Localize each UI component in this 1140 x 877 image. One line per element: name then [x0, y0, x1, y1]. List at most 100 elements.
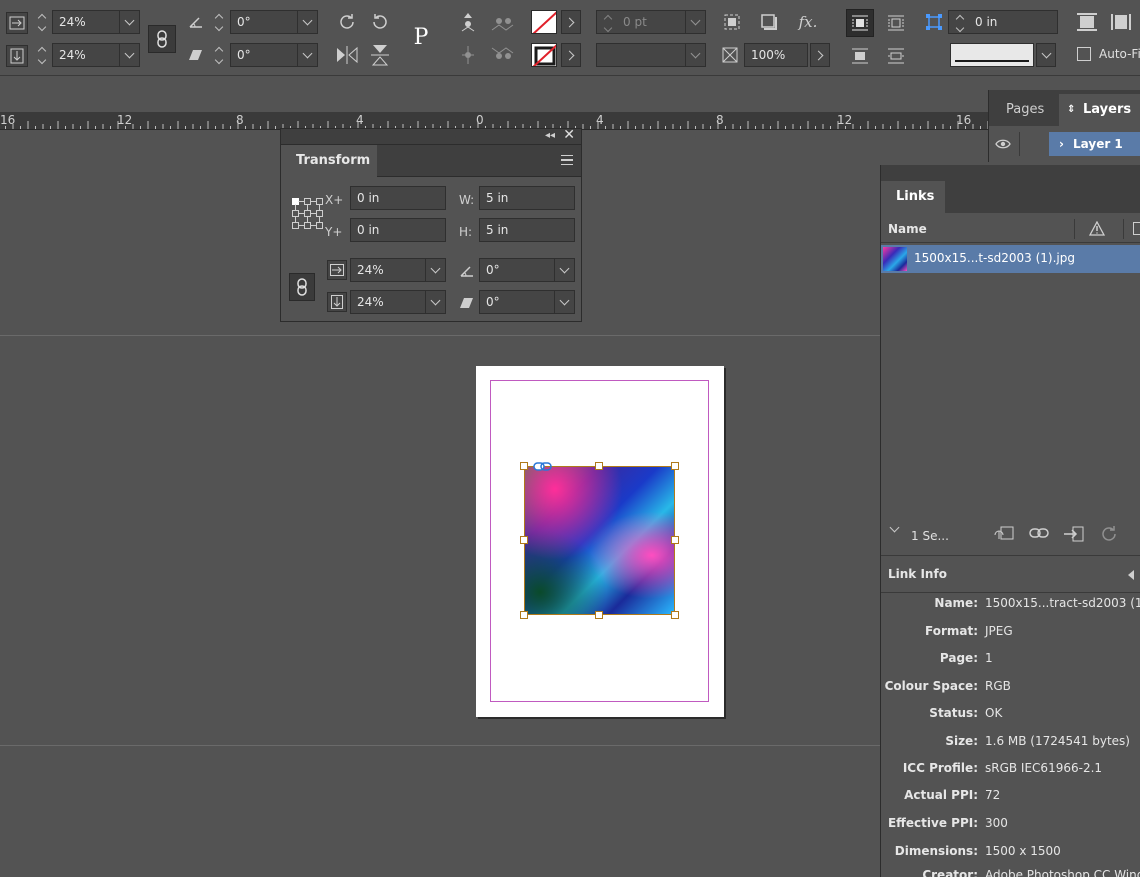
warning-status-icon[interactable]	[1089, 221, 1105, 236]
constrain-proportions-button[interactable]	[148, 25, 176, 53]
layer-1-item[interactable]: › Layer 1	[1049, 132, 1140, 156]
scale-y-dropdown[interactable]	[119, 44, 139, 66]
opacity-field[interactable]: 100%	[744, 43, 808, 67]
shear-field[interactable]: 0°	[230, 43, 318, 67]
shear-dropdown[interactable]	[554, 291, 574, 313]
panel-tab-bar: Transform	[281, 145, 581, 177]
tab-pages[interactable]: Pages	[994, 94, 1056, 126]
collapse-triangle-icon[interactable]	[1127, 570, 1135, 580]
relink-cc-libraries-icon[interactable]	[993, 525, 1015, 543]
link-info-header[interactable]: Link Info	[881, 555, 1140, 593]
resize-handle-bottom-left[interactable]	[520, 611, 528, 619]
placed-image-frame[interactable]	[524, 466, 675, 615]
scale-x-field[interactable]: 24%	[350, 258, 446, 282]
select-content-icon[interactable]	[456, 43, 480, 67]
fit-content-to-frame-icon[interactable]	[1108, 10, 1134, 34]
select-next-object-icon[interactable]	[488, 43, 518, 67]
stroke-style-dropdown[interactable]	[1036, 43, 1056, 67]
linked-image-chain-icon[interactable]	[533, 461, 553, 472]
auto-fit-checkbox[interactable]	[1077, 47, 1091, 61]
tab-links[interactable]: Links	[881, 181, 945, 213]
flip-vertical-icon[interactable]	[368, 43, 392, 67]
stroke-type-field[interactable]	[596, 43, 706, 67]
fit-frame-to-content-icon[interactable]	[1074, 10, 1100, 34]
reference-point-icon[interactable]	[291, 197, 325, 231]
stroke-weight-dropdown[interactable]	[685, 11, 705, 33]
wrap-bounding-box-button[interactable]	[882, 9, 910, 37]
rotation-dropdown[interactable]	[554, 259, 574, 281]
fill-none-swatch[interactable]	[531, 10, 557, 34]
scale-x-value: 24%	[357, 263, 384, 277]
chevron-right-icon[interactable]: ›	[1059, 132, 1064, 156]
effects-fx-icon[interactable]: fx.	[794, 10, 822, 34]
height-field[interactable]: 5 in	[479, 218, 575, 242]
scale-x-field[interactable]: 24%	[52, 10, 140, 34]
layer-row[interactable]: › Layer 1	[989, 130, 1140, 158]
frame-offset-spinner[interactable]	[951, 11, 969, 33]
opacity-menu-button[interactable]	[810, 43, 830, 67]
select-previous-object-icon[interactable]	[488, 10, 518, 34]
go-to-link-icon[interactable]	[1063, 525, 1085, 543]
update-link-icon[interactable]	[1100, 525, 1118, 543]
flip-horizontal-icon[interactable]	[335, 43, 359, 67]
rotation-field[interactable]: 0°	[479, 258, 575, 282]
frame-offset-field[interactable]: 0 in	[948, 10, 1058, 34]
rotation-field[interactable]: 0°	[230, 10, 318, 34]
stroke-none-swatch[interactable]	[531, 43, 557, 67]
x-position-field[interactable]: 0 in	[350, 186, 446, 210]
stroke-weight-field[interactable]: 0 pt	[596, 10, 706, 34]
rotation-spinner[interactable]	[210, 10, 228, 34]
text-wrap-box-icon	[888, 15, 904, 31]
scale-y-dropdown[interactable]	[425, 291, 445, 313]
stroke-weight-spinner[interactable]	[599, 11, 617, 33]
stroke-style-preview[interactable]	[950, 43, 1034, 67]
scale-x-dropdown[interactable]	[425, 259, 445, 281]
resize-handle-top-left[interactable]	[520, 462, 528, 470]
resize-handle-right[interactable]	[671, 536, 679, 544]
scale-y-field[interactable]: 24%	[350, 290, 446, 314]
wrap-object-shape-button[interactable]	[846, 42, 874, 70]
link-row[interactable]: 1500x15...t-sd2003 (1).jpg	[881, 245, 1140, 273]
scale-x-spinner[interactable]	[33, 10, 51, 34]
no-text-wrap-button[interactable]	[846, 9, 874, 37]
close-panel-icon[interactable]: ✕	[563, 127, 575, 143]
width-field[interactable]: 5 in	[479, 186, 575, 210]
stroke-swatch-menu-button[interactable]	[561, 43, 581, 67]
visibility-eye-icon[interactable]	[995, 138, 1011, 150]
collapse-panel-icon[interactable]: ◂◂	[545, 130, 555, 141]
rotate-counterclockwise-icon[interactable]	[368, 10, 392, 34]
tab-layers[interactable]: ⇕ Layers	[1059, 94, 1140, 126]
scale-x-dropdown[interactable]	[119, 11, 139, 33]
resize-handle-bottom[interactable]	[595, 611, 603, 619]
relink-icon[interactable]	[1029, 526, 1049, 540]
shear-dropdown[interactable]	[297, 44, 317, 66]
jump-object-button[interactable]	[882, 42, 910, 70]
resize-handle-bottom-right[interactable]	[671, 611, 679, 619]
panel-menu-icon[interactable]	[561, 155, 573, 165]
y-position-field[interactable]: 0 in	[350, 218, 446, 242]
tab-transform[interactable]: Transform	[281, 145, 377, 177]
shear-field[interactable]: 0°	[479, 290, 575, 314]
scale-y-field[interactable]: 24%	[52, 43, 140, 67]
shear-spinner[interactable]	[210, 43, 228, 67]
resize-handle-left[interactable]	[520, 536, 528, 544]
info-row-name: Name: 1500x15...tract-sd2003 (1).jpg	[881, 596, 1140, 616]
constrain-scale-button[interactable]	[289, 273, 315, 301]
fill-swatch-menu-button[interactable]	[561, 10, 581, 34]
select-container-icon[interactable]	[456, 10, 480, 34]
drop-shadow-icon[interactable]	[757, 10, 781, 34]
lock-toggle[interactable]	[1019, 132, 1045, 156]
resize-handle-top-right[interactable]	[671, 462, 679, 470]
stroke-type-dropdown[interactable]	[685, 44, 705, 66]
panel-title-bar[interactable]: ◂◂ ✕	[281, 127, 581, 145]
resize-handle-top[interactable]	[595, 462, 603, 470]
rotate-clockwise-icon[interactable]	[335, 10, 359, 34]
reference-point-paragraph-icon[interactable]: P	[404, 20, 438, 54]
rotation-dropdown[interactable]	[297, 11, 317, 33]
name-column-header[interactable]: Name	[888, 222, 927, 236]
page-column-icon[interactable]	[1133, 222, 1140, 235]
chevron-down-icon[interactable]	[889, 522, 900, 533]
scale-y-spinner[interactable]	[33, 43, 51, 67]
frame-fitting-icon[interactable]	[720, 10, 744, 34]
scale-x-icon	[327, 260, 347, 280]
